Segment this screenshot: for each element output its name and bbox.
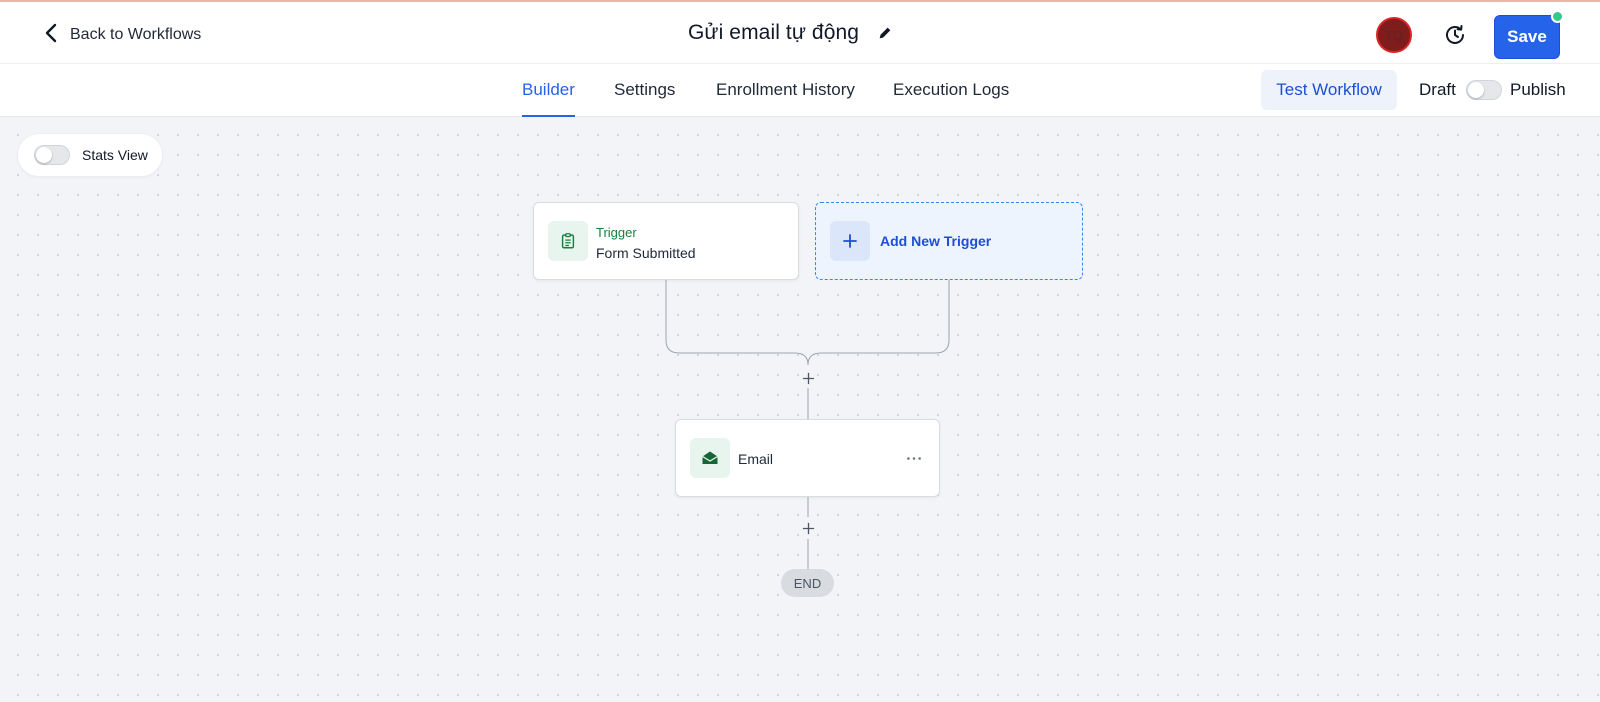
workflow-tabbar: Builder Settings Enrollment History Exec… <box>0 64 1600 117</box>
trigger-node-title: Trigger <box>596 225 637 240</box>
tab-settings[interactable]: Settings <box>614 80 675 117</box>
envelope-open-icon <box>690 438 730 478</box>
tab-execution-logs[interactable]: Execution Logs <box>893 80 1009 117</box>
stats-view-toggle[interactable] <box>34 145 70 165</box>
back-label: Back to Workflows <box>70 26 202 43</box>
tab-builder[interactable]: Builder <box>522 80 575 117</box>
stats-view-control: Stats View <box>17 133 163 177</box>
plus-icon <box>802 372 814 384</box>
tab-enrollment-history[interactable]: Enrollment History <box>716 80 855 117</box>
save-button[interactable]: Save <box>1494 15 1560 59</box>
pencil-icon[interactable] <box>877 24 895 42</box>
plus-icon <box>830 221 870 261</box>
more-options-icon[interactable] <box>904 448 924 468</box>
clipboard-icon <box>548 221 588 261</box>
workflow-title-group: Gửi email tự động <box>688 18 895 48</box>
test-workflow-button[interactable]: Test Workflow <box>1261 70 1397 110</box>
workflow-title[interactable]: Gửi email tự động <box>688 21 859 45</box>
trigger-node-subtitle: Form Submitted <box>596 245 696 261</box>
add-step-button[interactable] <box>798 368 818 388</box>
plus-icon <box>802 522 814 534</box>
toggle-knob <box>1468 82 1484 98</box>
workflow-canvas[interactable]: Stats View Trigger Form Submitted Add Ne… <box>0 117 1600 702</box>
stats-view-label: Stats View <box>82 147 148 163</box>
back-to-workflows-link[interactable]: Back to Workflows <box>44 21 201 49</box>
add-step-button[interactable] <box>798 518 818 538</box>
avatar-initials: TQ <box>1384 27 1404 43</box>
unsaved-status-dot <box>1551 10 1564 23</box>
publish-toggle[interactable] <box>1466 80 1502 100</box>
connector-lines <box>665 280 950 569</box>
trigger-node[interactable]: Trigger Form Submitted <box>533 202 799 280</box>
draft-label: Draft <box>1419 80 1456 99</box>
workflow-header: Back to Workflows Gửi email tự động TQ S… <box>0 2 1600 64</box>
add-new-trigger-label: Add New Trigger <box>880 233 992 249</box>
history-icon[interactable] <box>1443 23 1467 47</box>
end-node: END <box>781 569 834 597</box>
add-new-trigger-button[interactable]: Add New Trigger <box>815 202 1083 280</box>
chevron-left-icon <box>44 23 60 48</box>
email-action-label: Email <box>738 451 774 467</box>
email-action-node[interactable]: Email <box>675 419 940 497</box>
publish-label: Publish <box>1510 80 1566 99</box>
avatar[interactable]: TQ <box>1376 17 1412 53</box>
toggle-knob <box>36 147 52 163</box>
